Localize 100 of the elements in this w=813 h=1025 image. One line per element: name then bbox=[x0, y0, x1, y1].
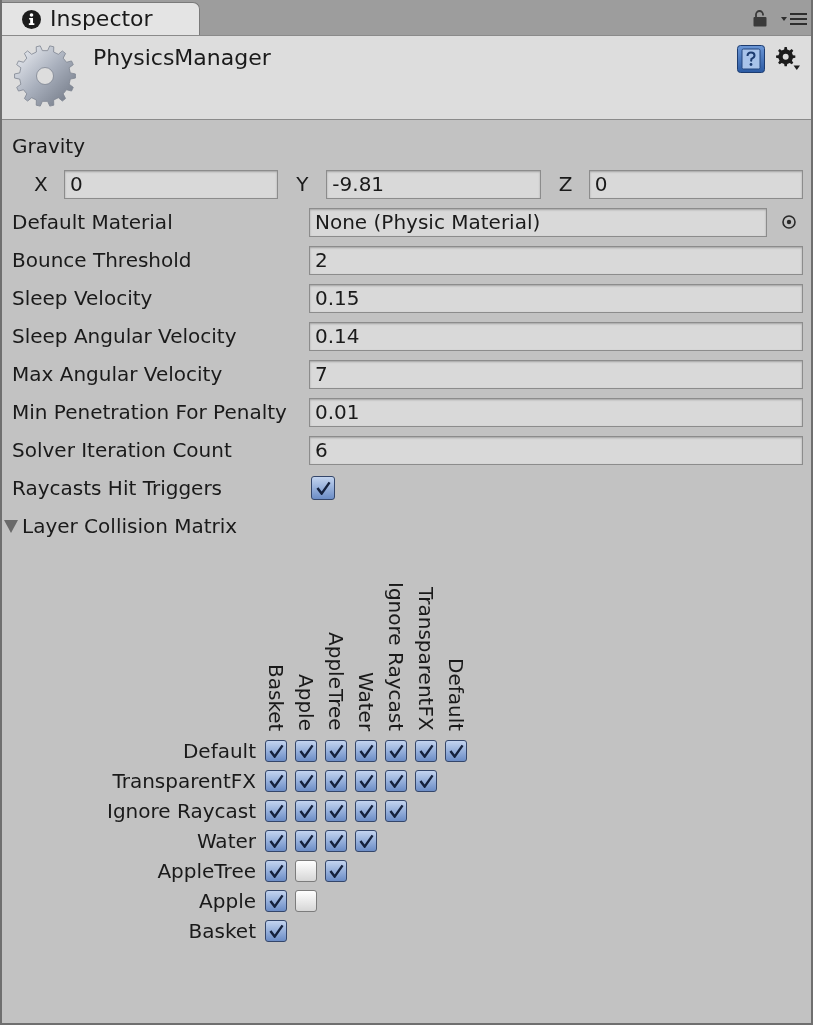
check-icon bbox=[328, 864, 344, 878]
checkbox[interactable] bbox=[265, 860, 287, 882]
checkbox[interactable] bbox=[265, 920, 287, 942]
check-icon bbox=[298, 744, 314, 758]
check-icon bbox=[448, 744, 464, 758]
check-icon bbox=[328, 744, 344, 758]
checkbox[interactable] bbox=[355, 740, 377, 762]
check-icon bbox=[358, 774, 374, 788]
checkbox[interactable] bbox=[265, 770, 287, 792]
check-icon bbox=[268, 924, 284, 938]
check-icon bbox=[298, 804, 314, 818]
checkbox[interactable] bbox=[295, 830, 317, 852]
number-field[interactable]: 2 bbox=[309, 245, 803, 275]
checkbox[interactable] bbox=[295, 860, 317, 882]
axis-label: Z bbox=[557, 172, 574, 196]
check-icon bbox=[328, 774, 344, 788]
check-icon bbox=[315, 481, 331, 495]
check-icon bbox=[418, 774, 434, 788]
matrix-row-label: Basket bbox=[187, 919, 256, 943]
checkbox[interactable] bbox=[355, 830, 377, 852]
checkbox[interactable] bbox=[385, 770, 407, 792]
number-field[interactable]: 0 bbox=[64, 169, 279, 199]
checkbox[interactable] bbox=[325, 800, 347, 822]
foldout-toggle[interactable]: Layer Collision Matrix bbox=[2, 514, 238, 538]
check-icon bbox=[388, 804, 404, 818]
checkbox[interactable] bbox=[295, 770, 317, 792]
check-icon bbox=[418, 744, 434, 758]
matrix-row-label: Ignore Raycast bbox=[106, 799, 256, 823]
checkbox[interactable] bbox=[445, 740, 467, 762]
checkbox[interactable] bbox=[325, 830, 347, 852]
checkbox[interactable] bbox=[355, 800, 377, 822]
checkbox[interactable] bbox=[325, 770, 347, 792]
matrix-column-label: Water bbox=[355, 671, 377, 731]
matrix-row-label: Default bbox=[181, 739, 256, 763]
checkbox[interactable] bbox=[295, 740, 317, 762]
matrix-column-label: Default bbox=[445, 657, 467, 731]
property-label: Solver Iteration Count bbox=[11, 438, 233, 462]
matrix-column-label: Ignore Raycast bbox=[385, 582, 407, 731]
property-label: Default Material bbox=[11, 210, 174, 234]
inspector-tab[interactable]: Inspector bbox=[2, 2, 200, 35]
property-label: Bounce Threshold bbox=[11, 248, 193, 272]
check-icon bbox=[268, 834, 284, 848]
checkbox[interactable] bbox=[311, 476, 335, 500]
number-field[interactable]: 6 bbox=[309, 435, 803, 465]
target-icon[interactable] bbox=[782, 215, 796, 229]
matrix-column-label: Apple bbox=[295, 674, 317, 731]
checkbox[interactable] bbox=[415, 740, 437, 762]
checkbox[interactable] bbox=[415, 770, 437, 792]
check-icon bbox=[268, 894, 284, 908]
settings-icon[interactable] bbox=[776, 47, 800, 71]
axis-label: Y bbox=[295, 172, 310, 196]
check-icon bbox=[268, 864, 284, 878]
checkbox[interactable] bbox=[265, 890, 287, 912]
menu-icon[interactable] bbox=[781, 12, 807, 25]
checkbox[interactable] bbox=[265, 740, 287, 762]
matrix-column-label: Basket bbox=[265, 663, 287, 731]
number-field[interactable]: 7 bbox=[309, 359, 803, 389]
check-icon bbox=[388, 744, 404, 758]
check-icon bbox=[358, 834, 374, 848]
checkbox[interactable] bbox=[355, 770, 377, 792]
check-icon bbox=[328, 834, 344, 848]
check-icon bbox=[328, 804, 344, 818]
check-icon bbox=[268, 804, 284, 818]
lock-icon[interactable] bbox=[753, 10, 767, 27]
check-icon bbox=[268, 774, 284, 788]
check-icon bbox=[358, 744, 374, 758]
help-icon[interactable] bbox=[737, 45, 765, 73]
number-field[interactable]: -9.81 bbox=[326, 169, 541, 199]
checkbox[interactable] bbox=[265, 830, 287, 852]
checkbox[interactable] bbox=[295, 800, 317, 822]
property-label: Sleep Angular Velocity bbox=[11, 324, 238, 348]
property-label: Raycasts Hit Triggers bbox=[11, 476, 224, 500]
number-field[interactable]: 0.14 bbox=[309, 321, 803, 351]
object-title: PhysicsManager bbox=[93, 44, 271, 72]
property-label: Min Penetration For Penalty bbox=[11, 400, 288, 424]
checkbox[interactable] bbox=[325, 740, 347, 762]
gear-icon bbox=[14, 45, 76, 107]
matrix-column-label: AppleTree bbox=[325, 632, 347, 731]
axis-label: X bbox=[33, 172, 49, 196]
matrix-column-label: TransparentFX bbox=[415, 587, 437, 731]
property-label: Gravity bbox=[11, 134, 86, 158]
info-icon bbox=[22, 9, 41, 29]
property-label: Max Angular Velocity bbox=[11, 362, 224, 386]
matrix-row-label: Water bbox=[195, 829, 256, 853]
number-field[interactable]: 0.15 bbox=[309, 283, 803, 313]
matrix-row-label: Apple bbox=[198, 889, 256, 913]
checkbox[interactable] bbox=[265, 800, 287, 822]
checkbox[interactable] bbox=[325, 860, 347, 882]
property-label: Sleep Velocity bbox=[11, 286, 154, 310]
number-field[interactable]: 0 bbox=[588, 169, 803, 199]
matrix-row-label: TransparentFX bbox=[111, 769, 256, 793]
object-field[interactable]: None (Physic Material) bbox=[309, 207, 767, 237]
check-icon bbox=[388, 774, 404, 788]
checkbox[interactable] bbox=[385, 800, 407, 822]
checkbox[interactable] bbox=[385, 740, 407, 762]
checkbox[interactable] bbox=[295, 890, 317, 912]
matrix-row-label: AppleTree bbox=[156, 859, 256, 883]
check-icon bbox=[298, 774, 314, 788]
check-icon bbox=[358, 804, 374, 818]
number-field[interactable]: 0.01 bbox=[309, 397, 803, 427]
